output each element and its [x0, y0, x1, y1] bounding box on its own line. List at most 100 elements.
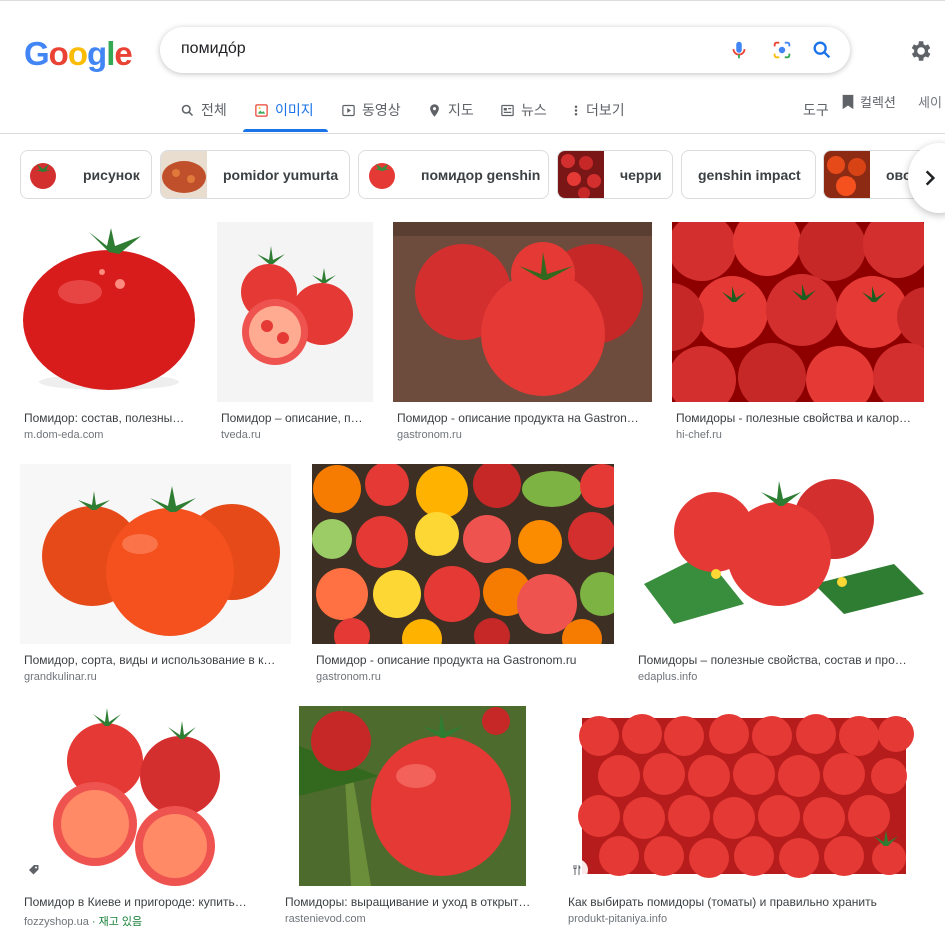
tabs-divider — [0, 133, 945, 134]
chevron-right-icon — [925, 170, 936, 186]
tab-label: 전체 — [201, 102, 227, 118]
tab-label: 지도 — [448, 102, 474, 118]
result-title[interactable]: Помидор: состав, полезны… — [24, 411, 194, 425]
image-result[interactable]: Помидоры: выращивание и уход в открыт… r… — [281, 706, 544, 926]
result-image[interactable] — [672, 222, 924, 402]
tag-icon — [29, 865, 39, 875]
result-source[interactable]: rastenievod.com — [285, 913, 366, 925]
related-chip[interactable]: pomidor yumurta — [160, 150, 350, 199]
gear-icon[interactable] — [907, 38, 933, 64]
result-title[interactable]: Помидор - описание продукта на Gastronom… — [316, 653, 612, 667]
chip-label: черри — [620, 166, 662, 183]
collections-button[interactable]: 컬렉션 — [841, 92, 896, 111]
image-result[interactable]: Помидор, сорта, виды и использование в к… — [20, 464, 291, 684]
result-title[interactable]: Помидор - описание продукта на Gastron… — [397, 411, 651, 425]
camera-lens-icon[interactable] — [771, 39, 793, 61]
image-result[interactable]: Как выбирать помидоры (томаты) и правиль… — [564, 706, 924, 926]
result-source[interactable]: edaplus.info — [638, 671, 697, 683]
active-tab-indicator — [243, 129, 328, 132]
image-icon — [255, 103, 268, 117]
logo-letter: e — [114, 35, 132, 72]
news-icon — [501, 104, 514, 116]
result-title[interactable]: Как выбирать помидоры (томаты) и правиль… — [568, 895, 922, 909]
result-image[interactable] — [281, 706, 544, 886]
chip-thumbnail — [21, 151, 67, 198]
result-source[interactable]: gastronom.ru — [316, 671, 381, 683]
image-result[interactable]: Помидоры – полезные свойства, состав и п… — [634, 464, 924, 684]
result-title[interactable]: Помидор, сорта, виды и использование в к… — [24, 653, 290, 667]
result-source[interactable]: m.dom-eda.com — [24, 429, 103, 441]
tab-all[interactable]: 전체 — [180, 100, 227, 120]
image-result[interactable]: Помидор в Киеве и пригороде: купить… foz… — [20, 706, 261, 929]
search-icon — [181, 104, 194, 116]
image-result[interactable]: Помидор: состав, полезны… m.dom-eda.com — [20, 222, 197, 442]
safesearch-button[interactable]: 세이 — [918, 92, 942, 111]
result-source[interactable]: tveda.ru — [221, 429, 261, 441]
result-image[interactable] — [20, 706, 261, 886]
chip-label: genshin impact — [698, 166, 801, 183]
result-source[interactable]: gastronom.ru — [397, 429, 462, 441]
result-source-domain: fozzyshop.ua — [24, 916, 89, 928]
tab-label: 동영상 — [362, 102, 401, 118]
tab-label: 뉴스 — [521, 102, 547, 118]
result-title[interactable]: Помидоры: выращивание и уход в открыт… — [285, 895, 543, 909]
tab-label: 이미지 — [275, 102, 314, 118]
result-image[interactable] — [20, 222, 197, 402]
more-vert-icon — [574, 105, 578, 115]
related-chip[interactable]: genshin impact — [681, 150, 816, 199]
related-chip[interactable]: черри — [557, 150, 673, 199]
result-image[interactable] — [393, 222, 652, 402]
tab-label: 더보기 — [586, 102, 625, 118]
logo-letter: l — [106, 35, 115, 72]
tab-videos[interactable]: 동영상 — [341, 100, 401, 120]
chip-thumbnail — [161, 151, 207, 198]
logo-letter: g — [87, 35, 107, 72]
image-result[interactable]: Помидор - описание продукта на Gastron… … — [393, 222, 652, 442]
result-image[interactable] — [20, 464, 291, 644]
result-title[interactable]: Помидоры - полезные свойства и калор… — [676, 411, 922, 425]
bookmark-icon — [842, 94, 854, 109]
tab-more[interactable]: 더보기 — [572, 100, 625, 120]
tab-images[interactable]: 이미지 — [254, 100, 314, 120]
tab-maps[interactable]: 지도 — [427, 100, 474, 120]
search-input[interactable]: помидóр — [181, 40, 246, 58]
image-result[interactable]: Помидор - описание продукта на Gastronom… — [312, 464, 614, 684]
image-result[interactable]: Помидоры - полезные свойства и калор… hi… — [672, 222, 924, 442]
product-badge — [23, 859, 45, 881]
image-result[interactable]: Помидор – описание, п… tveda.ru — [217, 222, 373, 442]
map-pin-icon — [430, 103, 439, 117]
search-box[interactable]: помидóр — [160, 27, 850, 73]
result-source[interactable]: produkt-pitaniya.info — [568, 913, 667, 925]
logo-letter: o — [48, 35, 69, 72]
chip-thumbnail — [558, 151, 604, 198]
result-image[interactable] — [564, 706, 924, 886]
result-image[interactable] — [634, 464, 924, 644]
collections-label: 컬렉션 — [860, 95, 896, 110]
result-title[interactable]: Помидор в Киеве и пригороде: купить… — [24, 895, 260, 909]
related-chip[interactable]: рисунок — [20, 150, 152, 199]
result-title[interactable]: Помидоры – полезные свойства, состав и п… — [638, 653, 922, 667]
search-icon[interactable] — [811, 39, 833, 61]
tools-button[interactable]: 도구 — [803, 100, 829, 120]
chip-label: рисунок — [83, 166, 140, 183]
recipe-badge — [566, 859, 588, 881]
result-source[interactable]: grandkulinar.ru — [24, 671, 97, 683]
logo-letter: G — [24, 35, 50, 72]
result-image[interactable] — [217, 222, 373, 402]
result-source[interactable]: hi-chef.ru — [676, 429, 722, 441]
mic-icon[interactable] — [728, 39, 750, 61]
chip-label: pomidor yumurta — [223, 166, 339, 183]
result-title[interactable]: Помидор – описание, п… — [221, 411, 371, 425]
fork-knife-icon — [573, 865, 581, 875]
result-image[interactable] — [312, 464, 614, 644]
chip-label: помидор genshin — [421, 166, 541, 183]
google-logo[interactable]: Google — [24, 35, 133, 73]
logo-letter: o — [67, 35, 88, 72]
top-border — [0, 0, 945, 1]
related-chip[interactable]: помидор genshin — [358, 150, 549, 199]
chip-thumbnail — [359, 151, 405, 198]
tab-news[interactable]: 뉴스 — [500, 100, 547, 120]
result-source[interactable]: fozzyshop.ua · 재고 있음 — [24, 913, 142, 929]
video-icon — [342, 104, 355, 116]
in-stock-label: · 재고 있음 — [88, 916, 143, 928]
